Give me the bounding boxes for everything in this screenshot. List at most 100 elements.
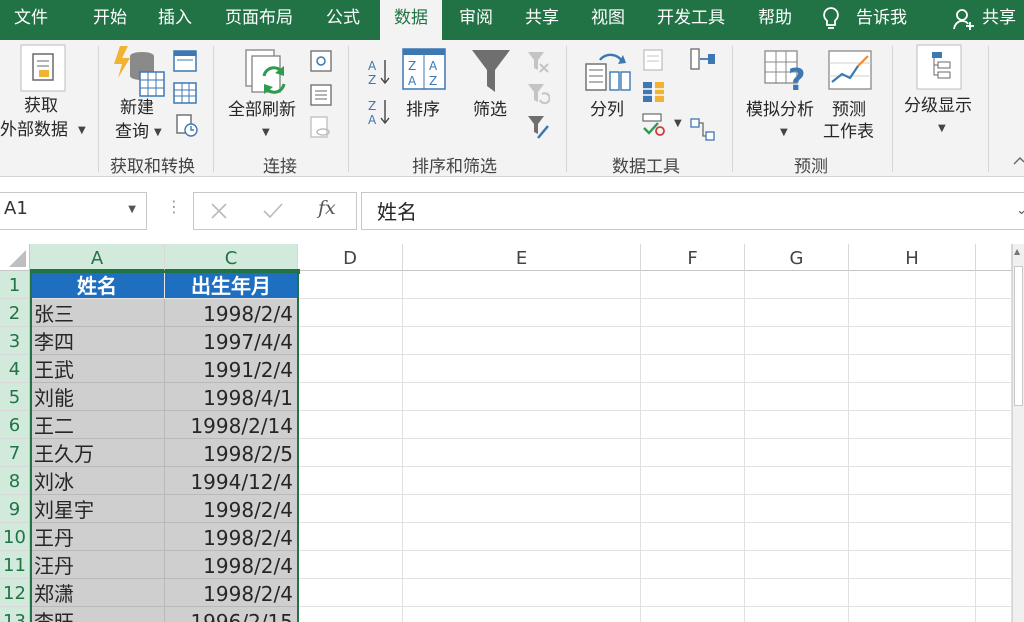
- cell[interactable]: [298, 607, 403, 622]
- cell[interactable]: [298, 467, 403, 495]
- name-cell[interactable]: 刘星宇: [30, 495, 165, 523]
- cell[interactable]: [641, 355, 745, 383]
- cell[interactable]: [298, 327, 403, 355]
- cell[interactable]: [403, 579, 641, 607]
- from-table-icon[interactable]: [173, 82, 197, 104]
- cell[interactable]: [641, 551, 745, 579]
- cell[interactable]: [745, 495, 849, 523]
- cell[interactable]: [403, 607, 641, 622]
- cell[interactable]: [403, 327, 641, 355]
- remove-duplicates-icon[interactable]: [642, 80, 666, 104]
- cell[interactable]: [298, 439, 403, 467]
- cell[interactable]: [403, 383, 641, 411]
- tab-insert[interactable]: 插入: [158, 0, 192, 36]
- tab-developer[interactable]: 开发工具: [657, 0, 725, 36]
- column-header-a[interactable]: A: [30, 244, 165, 271]
- cell[interactable]: [976, 299, 1012, 327]
- cell[interactable]: [849, 383, 976, 411]
- collapse-ribbon-icon[interactable]: [1012, 154, 1024, 166]
- cell[interactable]: [403, 439, 641, 467]
- birth-date-cell[interactable]: 1998/2/5: [165, 439, 298, 467]
- cell[interactable]: [403, 551, 641, 579]
- cell[interactable]: [849, 467, 976, 495]
- birth-date-cell[interactable]: 1998/2/4: [165, 495, 298, 523]
- cell[interactable]: [403, 299, 641, 327]
- cell[interactable]: [641, 327, 745, 355]
- row-header[interactable]: 3: [0, 327, 30, 355]
- name-cell[interactable]: 王丹: [30, 523, 165, 551]
- consolidate-icon[interactable]: [690, 48, 716, 70]
- cell[interactable]: [849, 271, 976, 299]
- cell[interactable]: [849, 411, 976, 439]
- cell[interactable]: [745, 383, 849, 411]
- select-all-corner[interactable]: [0, 244, 30, 271]
- cell[interactable]: [298, 383, 403, 411]
- column-header-e[interactable]: E: [403, 244, 641, 271]
- birth-date-cell[interactable]: 1991/2/4: [165, 355, 298, 383]
- cell[interactable]: [641, 439, 745, 467]
- birth-date-cell[interactable]: 1998/2/4: [165, 523, 298, 551]
- cell[interactable]: [641, 523, 745, 551]
- cell[interactable]: [298, 523, 403, 551]
- formula-input[interactable]: 姓名 ⌄: [361, 192, 1024, 230]
- chevron-down-icon[interactable]: ⌄: [1016, 203, 1024, 218]
- row-header[interactable]: 4: [0, 355, 30, 383]
- cell[interactable]: [641, 579, 745, 607]
- cell[interactable]: [403, 523, 641, 551]
- name-cell[interactable]: 王久万: [30, 439, 165, 467]
- cell[interactable]: [745, 439, 849, 467]
- name-cell[interactable]: 郑潇: [30, 579, 165, 607]
- clear-filter-icon[interactable]: [526, 50, 550, 74]
- birth-date-cell[interactable]: 1998/2/14: [165, 411, 298, 439]
- cell[interactable]: [976, 271, 1012, 299]
- data-validation-icon[interactable]: [642, 110, 666, 136]
- sort-ascending-icon[interactable]: A Z: [368, 58, 390, 86]
- cell[interactable]: [403, 271, 641, 299]
- name-cell[interactable]: 刘能: [30, 383, 165, 411]
- birth-date-cell[interactable]: 1998/2/4: [165, 579, 298, 607]
- cell[interactable]: [298, 551, 403, 579]
- tab-data[interactable]: 数据: [380, 0, 442, 40]
- row-header[interactable]: 8: [0, 467, 30, 495]
- row-header[interactable]: 2: [0, 299, 30, 327]
- cell[interactable]: [298, 495, 403, 523]
- cell[interactable]: [641, 411, 745, 439]
- cell[interactable]: [745, 411, 849, 439]
- cell[interactable]: [298, 299, 403, 327]
- name-cell[interactable]: 王二: [30, 411, 165, 439]
- cell[interactable]: [403, 495, 641, 523]
- column-header-g[interactable]: G: [745, 244, 849, 271]
- cell[interactable]: [403, 411, 641, 439]
- cell[interactable]: [641, 607, 745, 622]
- sort-descending-icon[interactable]: Z A: [368, 98, 390, 126]
- cell[interactable]: [849, 607, 976, 622]
- birth-date-cell[interactable]: 1996/2/15: [165, 607, 298, 622]
- cell[interactable]: [849, 551, 976, 579]
- cell[interactable]: [745, 327, 849, 355]
- cell[interactable]: [849, 439, 976, 467]
- recent-sources-icon[interactable]: [175, 114, 199, 138]
- cell[interactable]: [976, 411, 1012, 439]
- tab-file[interactable]: 文件: [14, 0, 48, 36]
- cell[interactable]: [849, 355, 976, 383]
- cell[interactable]: [976, 607, 1012, 622]
- name-cell[interactable]: 李四: [30, 327, 165, 355]
- birth-date-cell[interactable]: 1998/2/4: [165, 299, 298, 327]
- row-header[interactable]: 1: [0, 271, 30, 299]
- chevron-down-icon[interactable]: ▼: [128, 204, 136, 215]
- cell[interactable]: [745, 551, 849, 579]
- cell[interactable]: [745, 271, 849, 299]
- advanced-filter-icon[interactable]: [526, 114, 550, 140]
- flash-fill-icon[interactable]: [642, 48, 666, 72]
- cell[interactable]: [849, 495, 976, 523]
- reapply-filter-icon[interactable]: [526, 82, 550, 106]
- cell[interactable]: [298, 411, 403, 439]
- edit-links-icon[interactable]: [310, 116, 332, 140]
- birth-date-cell[interactable]: 1997/4/4: [165, 327, 298, 355]
- cell[interactable]: [976, 551, 1012, 579]
- cell[interactable]: [849, 579, 976, 607]
- cell[interactable]: [849, 327, 976, 355]
- cell[interactable]: [745, 299, 849, 327]
- row-header[interactable]: 9: [0, 495, 30, 523]
- row-header[interactable]: 11: [0, 551, 30, 579]
